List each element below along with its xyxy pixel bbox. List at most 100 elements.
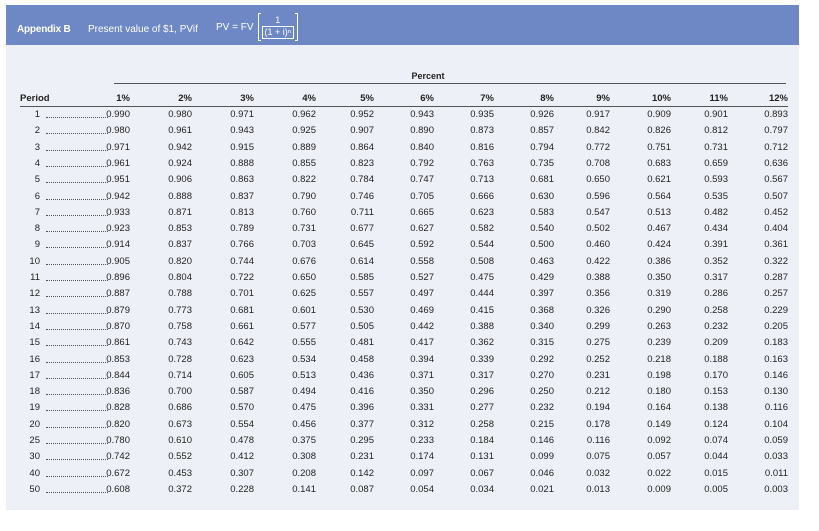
value-cell: 0.751 <box>647 141 671 153</box>
column-header: 12% <box>768 93 788 104</box>
value-cell: 0.686 <box>168 402 192 414</box>
value-cell: 0.290 <box>647 304 671 316</box>
value-cell: 0.067 <box>470 467 494 479</box>
value-cell: 0.497 <box>410 288 434 300</box>
table-row: 2 0.980 0.961 0.943 0.925 0.907 0.890 0.873 0.85… <box>6 123 799 139</box>
value-cell: 0.180 <box>647 386 671 398</box>
value-cell: 0.711 <box>350 206 374 218</box>
value-cell: 0.587 <box>230 386 254 398</box>
value-cell: 0.263 <box>647 320 671 332</box>
value-cell: 0.596 <box>586 190 610 202</box>
value-cell: 0.676 <box>292 255 316 267</box>
value-cell: 0.837 <box>168 239 192 251</box>
value-cell: 0.527 <box>410 272 434 283</box>
value-cell: 0.593 <box>704 174 728 186</box>
table-row: 5 0.951 0.906 0.863 0.822 0.784 0.747 0.713 0.68… <box>6 172 799 188</box>
value-cell: 0.896 <box>106 272 130 283</box>
value-cell: 0.557 <box>350 288 374 300</box>
percent-rule <box>114 83 786 84</box>
value-cell: 0.743 <box>168 337 192 349</box>
value-cell: 0.592 <box>410 239 434 251</box>
value-cell: 0.218 <box>647 353 671 365</box>
value-cell: 0.554 <box>230 418 254 430</box>
period-number: 14 <box>29 320 40 332</box>
value-cell: 0.760 <box>292 206 316 218</box>
value-cell: 0.577 <box>292 320 316 332</box>
table-row: 17 0.844 0.714 0.605 0.513 0.436 0.371 0.317 0.2… <box>6 368 799 384</box>
value-cell: 0.232 <box>704 320 728 332</box>
value-cell: 0.870 <box>106 320 130 332</box>
value-cell: 0.601 <box>292 304 316 316</box>
value-cell: 0.642 <box>230 337 254 349</box>
value-cell: 0.714 <box>168 369 192 381</box>
value-cell: 0.744 <box>230 255 254 267</box>
value-cell: 0.943 <box>410 109 434 120</box>
value-cell: 0.925 <box>292 125 316 137</box>
value-cell: 0.772 <box>586 141 610 153</box>
value-cell: 0.645 <box>350 239 374 251</box>
value-cell: 0.683 <box>647 157 671 169</box>
value-cell: 0.124 <box>704 418 728 430</box>
table-title: Present value of $1, PVif <box>88 24 198 35</box>
value-cell: 0.980 <box>106 125 130 137</box>
value-cell: 0.570 <box>230 402 254 414</box>
value-cell: 0.513 <box>647 206 671 218</box>
column-header: 8% <box>540 93 554 104</box>
value-cell: 0.478 <box>230 435 254 446</box>
value-cell: 0.252 <box>586 353 610 365</box>
value-cell: 0.837 <box>230 190 254 202</box>
table-row: 3 0.971 0.942 0.915 0.889 0.864 0.840 0.816 0.79… <box>6 140 799 156</box>
value-cell: 0.388 <box>470 320 494 332</box>
value-cell: 0.901 <box>704 109 728 120</box>
value-cell: 0.840 <box>410 141 434 153</box>
value-cell: 0.229 <box>764 304 788 316</box>
value-cell: 0.170 <box>704 369 728 381</box>
value-cell: 0.044 <box>704 451 728 463</box>
value-cell: 0.863 <box>230 174 254 186</box>
value-cell: 0.763 <box>470 157 494 169</box>
value-cell: 0.605 <box>230 369 254 381</box>
value-cell: 0.712 <box>764 141 788 153</box>
value-cell: 0.792 <box>410 157 434 169</box>
formula-denominator: (1 + i)ⁿ <box>261 26 295 39</box>
value-cell: 0.436 <box>350 369 374 381</box>
table-row: 20 0.820 0.673 0.554 0.456 0.377 0.312 0.258 0.2… <box>6 417 799 433</box>
pv-formula: PV = FV 1 (1 + i)ⁿ <box>216 13 299 41</box>
value-cell: 0.722 <box>230 272 254 283</box>
value-cell: 0.742 <box>106 451 130 463</box>
value-cell: 0.319 <box>647 288 671 300</box>
value-cell: 0.705 <box>410 190 434 202</box>
value-cell: 0.295 <box>350 435 374 446</box>
table-panel: Percent Period 1% 2% 3% 4% 5% 6% 7% 8% 9% 10% 11% 12… <box>6 45 799 510</box>
value-cell: 0.228 <box>230 483 254 495</box>
value-cell: 0.429 <box>530 272 554 283</box>
value-cell: 0.131 <box>470 451 494 463</box>
period-number: 25 <box>29 435 40 446</box>
table-row: 18 0.836 0.700 0.587 0.494 0.416 0.350 0.296 0.2… <box>6 384 799 400</box>
value-cell: 0.494 <box>292 386 316 398</box>
value-cell: 0.340 <box>530 320 554 332</box>
value-cell: 0.943 <box>230 125 254 137</box>
value-cell: 0.906 <box>168 174 192 186</box>
period-number: 3 <box>34 141 40 153</box>
value-cell: 0.074 <box>704 435 728 446</box>
value-cell: 0.905 <box>106 255 130 267</box>
value-cell: 0.879 <box>106 304 130 316</box>
value-cell: 0.239 <box>647 337 671 349</box>
value-cell: 0.257 <box>764 288 788 300</box>
value-cell: 0.924 <box>168 157 192 169</box>
value-cell: 0.853 <box>106 353 130 365</box>
value-cell: 0.003 <box>764 483 788 495</box>
value-cell: 0.747 <box>410 174 434 186</box>
value-cell: 0.208 <box>292 467 316 479</box>
value-cell: 0.021 <box>530 483 554 495</box>
value-cell: 0.231 <box>586 369 610 381</box>
value-cell: 0.416 <box>350 386 374 398</box>
value-cell: 0.424 <box>647 239 671 251</box>
value-cell: 0.149 <box>647 418 671 430</box>
value-cell: 0.022 <box>647 467 671 479</box>
value-cell: 0.209 <box>704 337 728 349</box>
value-cell: 0.813 <box>230 206 254 218</box>
value-cell: 0.275 <box>586 337 610 349</box>
value-cell: 0.673 <box>168 418 192 430</box>
